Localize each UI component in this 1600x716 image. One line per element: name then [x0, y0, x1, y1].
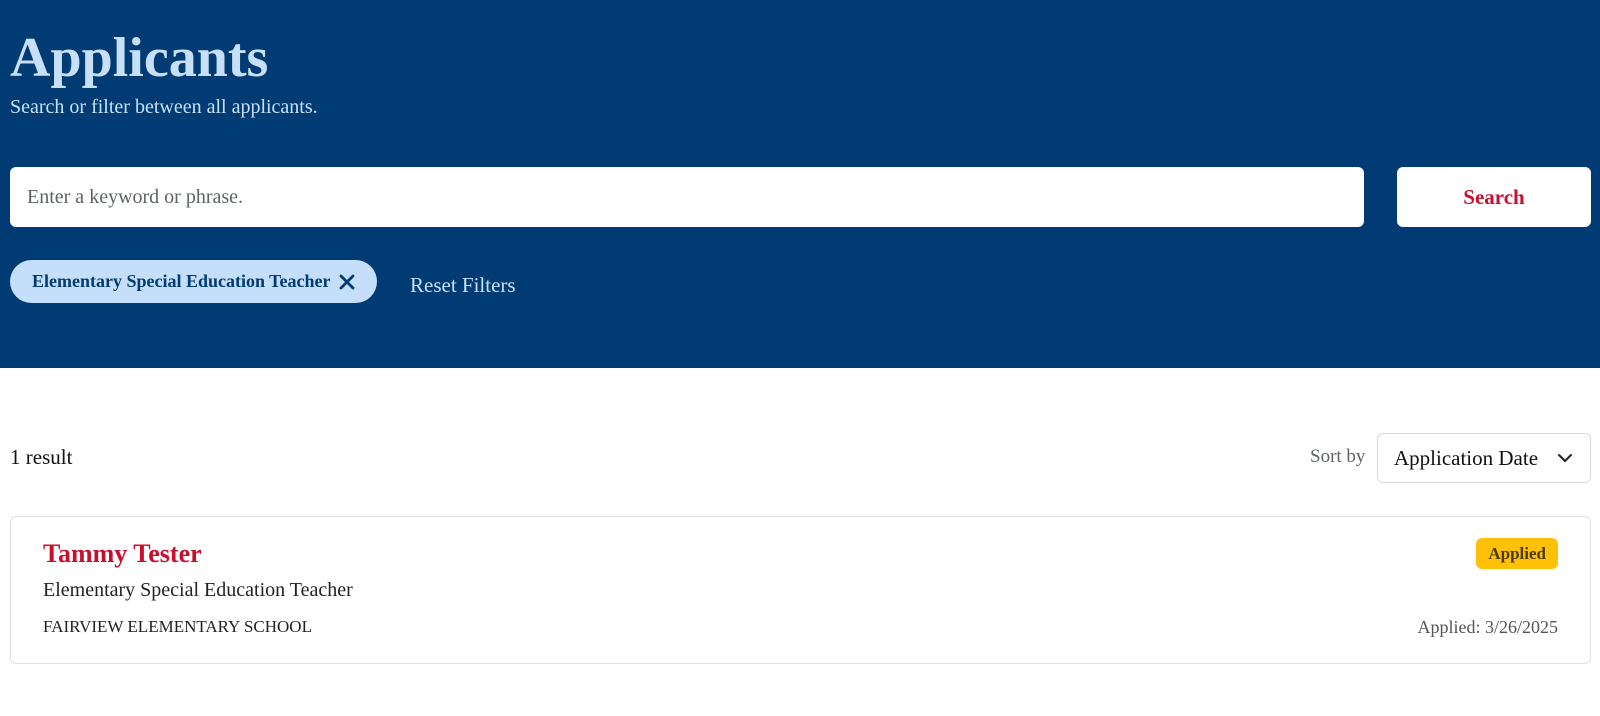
filter-chip-label: Elementary Special Education Teacher [32, 271, 331, 291]
applicant-card[interactable]: Tammy Tester Elementary Special Educatio… [10, 516, 1591, 664]
chevron-down-icon [1556, 449, 1574, 467]
reset-filters-link[interactable]: Reset Filters [410, 273, 516, 298]
applicant-name-link[interactable]: Tammy Tester [43, 539, 202, 569]
result-count: 1 result [10, 445, 73, 469]
search-button[interactable]: Search [1397, 167, 1591, 227]
status-badge: Applied [1476, 538, 1558, 569]
applied-date: Applied: 3/26/2025 [1417, 617, 1559, 637]
sort-select[interactable]: Application Date [1377, 433, 1591, 483]
filter-chip[interactable]: Elementary Special Education Teacher [10, 260, 377, 303]
applicant-school: FAIRVIEW ELEMENTARY SCHOOL [43, 617, 312, 636]
search-input[interactable] [10, 167, 1364, 227]
page-title: Applicants [10, 27, 269, 89]
page-header: Applicants Search or filter between all … [0, 0, 1600, 368]
sort-label: Sort by [1310, 446, 1366, 467]
page-subtitle: Search or filter between all applicants. [10, 96, 318, 118]
sort-select-value: Application Date [1394, 445, 1539, 470]
applicant-position: Elementary Special Education Teacher [43, 579, 353, 601]
close-icon[interactable] [337, 272, 357, 292]
